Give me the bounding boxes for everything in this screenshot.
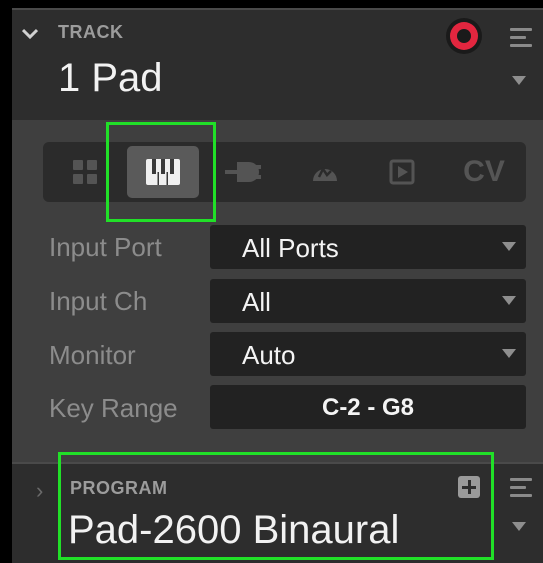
- monitor-select[interactable]: Auto: [210, 332, 526, 376]
- input-ch-value: All: [242, 287, 271, 317]
- dropdown-arrow-icon: [502, 242, 516, 251]
- dropdown-arrow-icon: [502, 296, 516, 305]
- input-port-value: All Ports: [242, 233, 339, 263]
- plugin-icon: [389, 159, 415, 185]
- program-menu-icon[interactable]: [510, 478, 532, 498]
- track-inspector: TRACK 1 Pad CV Input Port All Ports Inpu…: [0, 0, 543, 563]
- dropdown-arrow-icon: [502, 349, 516, 358]
- record-icon: [450, 22, 478, 50]
- input-ch-label: Input Ch: [49, 286, 148, 316]
- track-select-arrow-icon[interactable]: [512, 76, 526, 85]
- audio-input-mode-button[interactable]: [289, 146, 361, 198]
- keyboard-mode-highlight: [106, 122, 216, 222]
- expand-chevron-icon[interactable]: ›: [36, 478, 43, 504]
- input-ch-select[interactable]: All: [210, 279, 526, 323]
- plugin-mode-button[interactable]: [366, 146, 438, 198]
- cv-mode-button[interactable]: CV: [448, 146, 520, 198]
- record-arm-button[interactable]: [446, 18, 482, 54]
- cv-label: CV: [463, 155, 505, 188]
- input-port-select[interactable]: All Ports: [210, 225, 526, 269]
- program-highlight: [58, 452, 494, 560]
- key-range-field[interactable]: C-2 - G8: [210, 385, 526, 429]
- collapse-chevron-icon[interactable]: [22, 28, 38, 40]
- key-range-label: Key Range: [49, 393, 178, 423]
- key-range-value: C-2 - G8: [321, 394, 414, 421]
- track-menu-icon[interactable]: [510, 28, 532, 48]
- input-port-label: Input Port: [49, 232, 162, 262]
- external-mode-button[interactable]: [209, 146, 281, 198]
- plug-icon: [225, 162, 261, 182]
- track-section-label: TRACK: [58, 22, 124, 42]
- audio-input-icon: [313, 166, 337, 181]
- monitor-value: Auto: [242, 340, 296, 370]
- program-select-arrow-icon[interactable]: [512, 522, 526, 531]
- monitor-label: Monitor: [49, 340, 136, 370]
- track-name[interactable]: 1 Pad: [58, 56, 163, 101]
- pad-grid-icon: [73, 160, 97, 184]
